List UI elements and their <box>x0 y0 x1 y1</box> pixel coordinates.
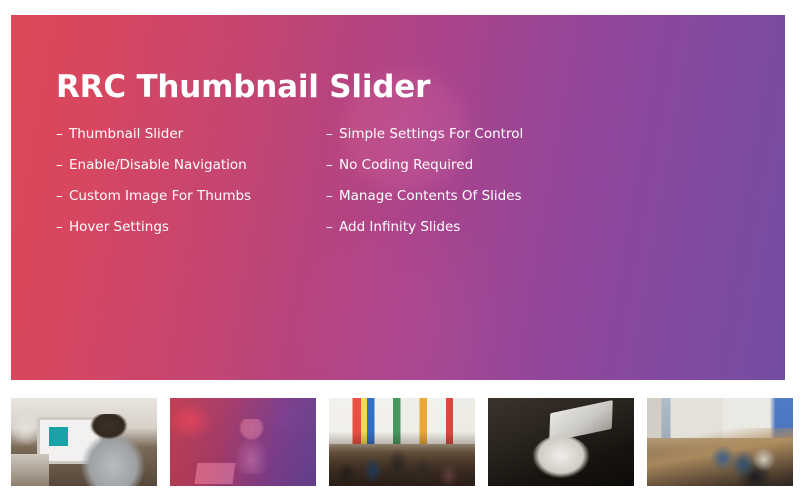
slider-widget: RRC Thumbnail Slider – Thumbnail Slider … <box>0 0 800 500</box>
dash-icon: – <box>326 219 333 235</box>
dash-icon: – <box>326 188 333 204</box>
dash-icon: – <box>56 188 63 204</box>
dash-icon: – <box>326 126 333 142</box>
feature-label: Manage Contents Of Slides <box>339 188 522 204</box>
thumbnail-active-overlay <box>170 398 316 486</box>
thumbnail-strip[interactable] <box>11 398 800 486</box>
hero-slide[interactable]: RRC Thumbnail Slider – Thumbnail Slider … <box>11 15 785 380</box>
dash-icon: – <box>56 157 63 173</box>
hero-content: RRC Thumbnail Slider – Thumbnail Slider … <box>11 15 785 380</box>
feature-label: Simple Settings For Control <box>339 126 524 142</box>
dash-icon: – <box>326 157 333 173</box>
feature-item: – No Coding Required <box>326 150 646 181</box>
thumbnail-desk-imac[interactable] <box>11 398 157 486</box>
feature-label: Add Infinity Slides <box>339 219 461 235</box>
thumbnail-chair-laptop[interactable] <box>488 398 634 486</box>
feature-label: Hover Settings <box>69 219 169 235</box>
feature-item: – Simple Settings For Control <box>326 119 646 150</box>
feature-label: Enable/Disable Navigation <box>69 157 247 173</box>
thumbnail-office-team[interactable] <box>647 398 793 486</box>
thumbnail-gallery-crowd[interactable] <box>329 398 475 486</box>
feature-list: – Thumbnail Slider – Enable/Disable Navi… <box>56 119 746 243</box>
thumbnail-woman-laptop[interactable] <box>170 398 316 486</box>
feature-item: – Manage Contents Of Slides <box>326 181 646 212</box>
dash-icon: – <box>56 126 63 142</box>
feature-item: – Enable/Disable Navigation <box>56 150 326 181</box>
feature-item: – Thumbnail Slider <box>56 119 326 150</box>
feature-label: Thumbnail Slider <box>69 126 184 142</box>
feature-label: Custom Image For Thumbs <box>69 188 252 204</box>
feature-item: – Hover Settings <box>56 212 326 243</box>
dash-icon: – <box>56 219 63 235</box>
hero-title: RRC Thumbnail Slider <box>56 69 431 105</box>
feature-label: No Coding Required <box>339 157 474 173</box>
feature-item: – Custom Image For Thumbs <box>56 181 326 212</box>
feature-item: – Add Infinity Slides <box>326 212 646 243</box>
feature-column-right: – Simple Settings For Control – No Codin… <box>326 119 646 243</box>
feature-column-left: – Thumbnail Slider – Enable/Disable Navi… <box>56 119 326 243</box>
